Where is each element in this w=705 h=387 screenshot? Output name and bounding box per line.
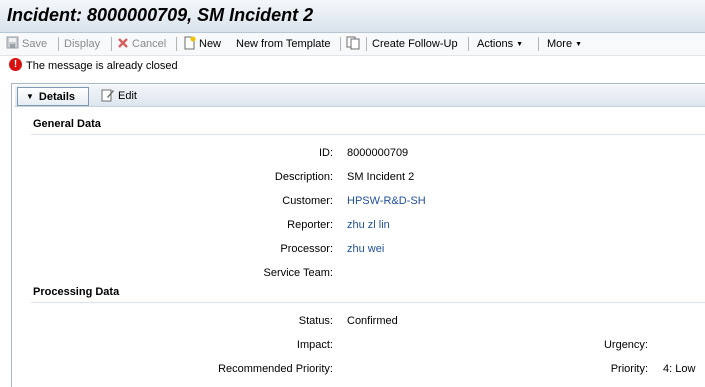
details-collapse-button[interactable]: ▼ Details (17, 87, 89, 106)
details-panel (11, 83, 705, 387)
toolbar-separator (111, 37, 112, 51)
save-icon (6, 36, 19, 52)
toolbar-separator (366, 37, 367, 51)
id-value: 8000000709 (347, 147, 409, 159)
customer-label: Customer: (282, 195, 333, 207)
cancel-x-icon (117, 37, 129, 52)
new-document-icon (183, 36, 196, 53)
new-button[interactable]: New (183, 33, 221, 55)
service-team-label: Service Team: (263, 267, 334, 279)
save-button[interactable]: Save (6, 33, 47, 55)
message-bar: ! The message is already closed (0, 57, 705, 75)
customer-link[interactable]: HPSW-R&D-SH (347, 195, 426, 207)
section-title-general-data: General Data (33, 118, 101, 130)
copy-icon (346, 36, 360, 53)
new-from-template-button[interactable]: New from Template (236, 33, 331, 55)
chevron-down-icon: ▼ (516, 40, 524, 48)
priority-value: 4: Low (663, 363, 696, 375)
section-divider (31, 302, 705, 303)
edit-pencil-icon (101, 88, 115, 105)
priority-label: Priority: (610, 363, 648, 375)
description-value: SM Incident 2 (347, 171, 415, 183)
toolbar-separator (176, 37, 177, 51)
triangle-down-icon: ▼ (26, 92, 34, 101)
copy-button[interactable] (346, 33, 363, 55)
toolbar-separator (58, 37, 59, 51)
toolbar: Save Display Cancel New New from Templat… (0, 33, 705, 56)
actions-menu-button[interactable]: Actions ▼ (477, 33, 523, 55)
status-label: Status: (298, 315, 333, 327)
toolbar-separator (340, 37, 341, 51)
recommended-priority-label: Recommended Priority: (218, 363, 333, 375)
error-icon: ! (9, 58, 22, 71)
description-label: Description: (274, 171, 333, 183)
cancel-button[interactable]: Cancel (117, 33, 166, 55)
status-value: Confirmed (347, 315, 398, 327)
display-button[interactable]: Display (64, 33, 100, 55)
edit-button[interactable]: Edit (101, 88, 137, 104)
id-label: ID: (318, 147, 333, 159)
reporter-link[interactable]: zhu zl lin (347, 219, 390, 231)
section-divider (31, 134, 705, 135)
processor-link[interactable]: zhu wei (347, 243, 384, 255)
more-menu-button[interactable]: More ▼ (547, 33, 582, 55)
toolbar-separator (538, 37, 539, 51)
create-follow-up-button[interactable]: Create Follow-Up (372, 33, 458, 55)
section-title-processing-data: Processing Data (33, 286, 120, 298)
reporter-label: Reporter: (287, 219, 333, 231)
toolbar-separator (468, 37, 469, 51)
message-text: The message is already closed (26, 60, 178, 72)
page-title: Incident: 8000000709, SM Incident 2 (7, 5, 314, 25)
processor-label: Processor: (280, 243, 333, 255)
impact-label: Impact: (296, 339, 333, 351)
title-bar: Incident: 8000000709, SM Incident 2 (0, 0, 705, 33)
urgency-label: Urgency: (603, 339, 648, 351)
chevron-down-icon: ▼ (575, 40, 582, 48)
